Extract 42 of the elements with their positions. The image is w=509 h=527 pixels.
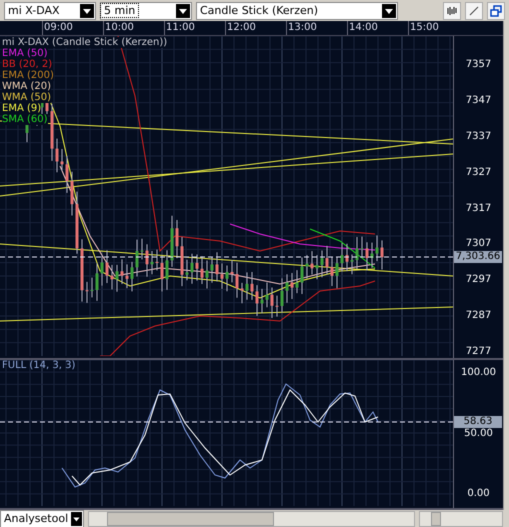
price-label: 7297 xyxy=(466,274,492,286)
value-label: 0.00 xyxy=(467,488,490,500)
time-label: 09:00 xyxy=(42,21,103,35)
price-label: 7347 xyxy=(466,94,492,107)
legend-item: EMA (200) xyxy=(2,70,54,81)
price-label: 7327 xyxy=(466,166,492,179)
price-label: 7337 xyxy=(466,130,492,143)
oscillator-title: FULL (14, 3, 3) xyxy=(2,360,76,371)
chart-title: mi X-DAX (Candle Stick (Kerzen)) xyxy=(2,37,168,48)
price-label: 7307 xyxy=(466,238,492,250)
caret-icon xyxy=(80,4,94,18)
legend-item: SMA (60) xyxy=(2,114,48,125)
value-label: 50.00 xyxy=(464,428,493,440)
legend-item: EMA (9) xyxy=(2,103,42,114)
time-label: 13:00 xyxy=(286,21,347,35)
chart-type-select[interactable]: Candle Stick (Kerzen) xyxy=(196,2,398,20)
value-label: 100.00 xyxy=(461,367,496,379)
last-price-tag: 7,303.66 xyxy=(454,251,502,263)
tool-select[interactable]: Analysetool xyxy=(0,510,84,527)
price-label: 7287 xyxy=(466,310,492,322)
legend-item: EMA (50) xyxy=(2,48,48,59)
caret-icon xyxy=(176,4,190,18)
time-label: 11:00 xyxy=(164,21,225,35)
price-label: 7317 xyxy=(466,202,492,214)
price-label: 7277 xyxy=(466,346,492,358)
time-label: 14:00 xyxy=(347,21,408,35)
last-value-tag: 58.63 xyxy=(454,416,502,428)
instrument-select[interactable]: mi X-DAX xyxy=(4,2,96,20)
time-label: 10:00 xyxy=(103,21,164,35)
caret-icon xyxy=(71,512,82,526)
zoom-slider[interactable] xyxy=(419,510,503,526)
time-label: 12:00 xyxy=(225,21,286,35)
interval-select[interactable]: 5 min xyxy=(100,2,192,20)
legend-item: WMA (50) xyxy=(2,92,52,103)
price-label: 7357 xyxy=(466,59,492,71)
caret-icon xyxy=(382,4,396,18)
legend-item: WMA (20) xyxy=(2,81,52,92)
legend-item: BB (20, 2) xyxy=(2,59,52,70)
bars-icon[interactable] xyxy=(443,2,461,20)
windows-icon[interactable] xyxy=(487,2,505,20)
scrollbar[interactable] xyxy=(88,510,415,526)
time-label: 15:00 xyxy=(408,21,469,35)
